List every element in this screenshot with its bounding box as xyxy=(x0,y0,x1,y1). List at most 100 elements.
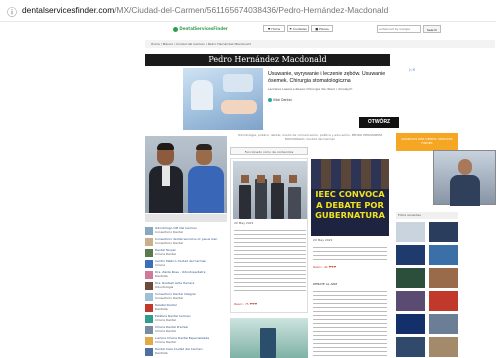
headline-line-1: IEEC CONVOCA xyxy=(315,189,385,199)
grid-thumb[interactable] xyxy=(429,337,458,357)
person-right-hair xyxy=(196,144,212,150)
group-person-3 xyxy=(271,183,284,219)
sidebar-item-sub: Dentista xyxy=(155,351,168,355)
nav-home[interactable]: ♥ Home xyxy=(263,25,285,32)
sidebar-item-sub: Clínica Dental xyxy=(155,252,176,256)
post-tab-text: Funcionado como de contenidos xyxy=(244,150,294,154)
nav-places[interactable]: ■ Places xyxy=(311,25,333,32)
post-body-text xyxy=(234,227,306,291)
lower-post-photo[interactable] xyxy=(230,318,308,358)
person-left-shirt xyxy=(162,166,170,186)
right-badge-text: ANUNCIOS POR DENTAL SERVICES FINDER xyxy=(401,137,453,145)
ad-info-icon[interactable]: ▷✕ xyxy=(409,67,415,72)
sidebar-item[interactable]: Odontólogo CIE Del Carmen Consultorio De… xyxy=(145,226,227,236)
url-path: /MX/Ciudad-del-Carmen/561165674038436/Pe… xyxy=(114,5,389,15)
url-text[interactable]: dentalservicesfinder.com/MX/Ciudad-del-C… xyxy=(22,5,388,15)
post-tab-label[interactable]: Funcionado como de contenidos xyxy=(230,147,308,155)
poster-headline: IEEC CONVOCA A DEBATE POR GUBERNATURA xyxy=(313,189,387,235)
search-button[interactable]: Search xyxy=(423,25,441,33)
url-domain: dentalservicesfinder.com xyxy=(22,5,115,15)
right-badge[interactable]: ANUNCIOS POR DENTAL SERVICES FINDER xyxy=(396,133,458,151)
poster-faces xyxy=(311,159,389,189)
brand-logo-icon xyxy=(268,98,272,102)
post-date: 20 May 2021 xyxy=(234,221,254,225)
post-reactions[interactable]: Reacc. 75 ❤❤❤ xyxy=(234,302,257,306)
sidebar-item-thumb xyxy=(145,271,153,279)
sidebar-item-sub: Odontología xyxy=(155,285,174,289)
ad-image[interactable] xyxy=(183,68,263,130)
side-post-reactions[interactable]: Reacc. 42 ❤❤❤ xyxy=(313,265,336,269)
search-input[interactable] xyxy=(377,25,421,33)
sidebar-item-sub: Consultorio Dental xyxy=(155,241,183,245)
headline-line-2: A DEBATE POR xyxy=(316,199,384,210)
dentist-figure xyxy=(191,80,213,110)
ad-open-button[interactable]: OTWÓRZ xyxy=(359,117,399,128)
sidebar-item-sub: Dentista xyxy=(155,274,168,278)
grid-thumb[interactable] xyxy=(396,268,425,288)
profile-cover-photo[interactable] xyxy=(145,136,227,213)
side-post-date: 20 May 2021 xyxy=(313,238,333,242)
person-right-body xyxy=(188,166,224,213)
grid-thumb[interactable] xyxy=(429,245,458,265)
recent-photos-grid xyxy=(396,220,458,358)
post-card[interactable]: 20 May 2021 Reacc. 75 ❤❤❤ xyxy=(230,158,308,313)
grid-thumb[interactable] xyxy=(429,291,458,311)
grid-thumb[interactable] xyxy=(396,245,425,265)
sidebar-item-thumb xyxy=(145,260,153,268)
right-panel-header-text: Fotos recientes xyxy=(398,213,421,217)
sidebar-item-thumb xyxy=(145,227,153,235)
sidebar-item-sub: Clínica xyxy=(155,263,165,267)
ad-title[interactable]: Usuwanie, wyrywanie i leczenie zębów. Us… xyxy=(268,71,404,84)
page-caption: Odontología, público, dental, medio de c… xyxy=(237,133,383,141)
address-bar[interactable]: ⓘ dentalservicesfinder.com/MX/Ciudad-del… xyxy=(0,0,496,22)
sidebar-item[interactable]: Dra. Zaida Rosa - Odontopediatra Dentist… xyxy=(145,270,227,280)
site-logo[interactable]: DentalServicesFinder xyxy=(173,26,228,32)
debate-poster[interactable]: IEEC CONVOCA A DEBATE POR GUBERNATURA xyxy=(311,159,389,236)
grid-thumb[interactable] xyxy=(429,268,458,288)
side-post-body-2 xyxy=(313,288,387,356)
person-left-hair xyxy=(157,143,174,150)
sidebar-item-thumb xyxy=(145,249,153,257)
sidebar-item[interactable]: Dental Care Ciudad del Carmen Dentista xyxy=(145,347,227,357)
ad-block[interactable]: ▷✕ Usuwanie, wyrywanie i leczenie zębów.… xyxy=(183,67,419,131)
left-ad-strip[interactable] xyxy=(145,214,227,222)
secure-info-icon[interactable]: ⓘ xyxy=(7,4,17,19)
sidebar-item[interactable]: Dra. Rosibell Avila Herrera Odontología xyxy=(145,281,227,291)
sidebar-item[interactable]: Delatal Dental Dentista xyxy=(145,303,227,313)
grid-thumb[interactable] xyxy=(396,337,425,357)
nav-ciudades[interactable]: ⚑ Ciudades xyxy=(287,25,309,32)
grid-thumb[interactable] xyxy=(396,314,425,334)
breadcrumb-text: Home / México / Ciudad del Carmen / Pedr… xyxy=(151,42,251,46)
sidebar-item[interactable]: Clínica Dental Premier Clínica Dental xyxy=(145,325,227,335)
group-heads xyxy=(241,175,299,183)
sidebar-item-thumb xyxy=(145,293,153,301)
sidebar-item-sub: Clínica Dental xyxy=(155,318,176,322)
floating-video-thumb[interactable] xyxy=(433,150,496,206)
site-header: DentalServicesFinder ♥ Home ⚑ Ciudades ■… xyxy=(145,22,421,40)
sidebar-item[interactable]: Dental Tecpac Clínica Dental xyxy=(145,248,227,258)
grid-thumb[interactable] xyxy=(396,291,425,311)
sidebar-item-thumb xyxy=(145,315,153,323)
grid-thumb[interactable] xyxy=(396,222,425,242)
ad-brand[interactable]: Vital Dental xyxy=(268,98,292,102)
site-logo-text: DentalServicesFinder xyxy=(179,26,228,31)
sidebar-item[interactable]: Lumina Clínica Dental Especializada Clín… xyxy=(145,336,227,346)
lamp-figure xyxy=(223,74,253,92)
group-person-4 xyxy=(288,187,301,219)
sidebar-item-sub: Clínica Dental xyxy=(155,340,176,344)
post-photo[interactable] xyxy=(233,161,307,219)
sidebar-item[interactable]: Consultorio dental servicios dr. Jesus I… xyxy=(145,237,227,247)
sidebar-item[interactable]: Estética Dental Carmen Clínica Dental xyxy=(145,314,227,324)
video-person-body xyxy=(450,175,480,206)
side-post-body-1 xyxy=(313,244,387,262)
grid-thumb[interactable] xyxy=(429,222,458,242)
sidebar-item[interactable]: Consultorio Dental Integral Consultorio … xyxy=(145,292,227,302)
sidebar-item[interactable]: Centro Médico Ciudad del Carmen Clínica xyxy=(145,259,227,269)
grid-thumb[interactable] xyxy=(429,314,458,334)
group-person-1 xyxy=(239,185,251,219)
tooth-icon xyxy=(173,26,178,32)
sidebar-item-thumb xyxy=(145,238,153,246)
sidebar-item-sub: Consultorio Dental xyxy=(155,230,183,234)
breadcrumb: Home / México / Ciudad del Carmen / Pedr… xyxy=(145,40,495,48)
sidebar-item-thumb xyxy=(145,337,153,345)
